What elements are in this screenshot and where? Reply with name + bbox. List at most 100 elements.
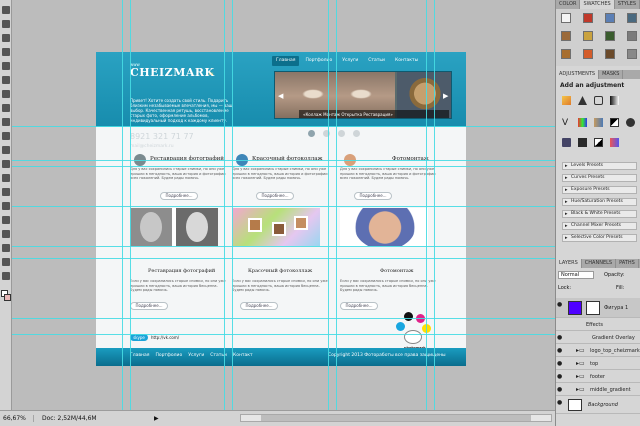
visibility-eye-icon[interactable]: ●: [557, 360, 562, 367]
visibility-eye-icon[interactable]: ●: [557, 386, 562, 393]
guide-line[interactable]: [130, 0, 131, 410]
preset-channel-mixer[interactable]: Channel Mixer Presets: [562, 222, 637, 230]
style-swatch[interactable]: [561, 31, 571, 41]
style-swatch[interactable]: [627, 13, 637, 23]
horizontal-scrollbar[interactable]: [240, 414, 552, 422]
style-swatch[interactable]: [605, 49, 615, 59]
style-swatch[interactable]: [561, 49, 571, 59]
brightness-icon[interactable]: [562, 96, 571, 105]
vibrance-icon[interactable]: V: [562, 118, 571, 128]
invert-icon[interactable]: [562, 138, 571, 147]
layer-gradient-overlay[interactable]: ● Gradient Overlay: [556, 331, 640, 344]
pen-tool-icon[interactable]: [2, 188, 10, 196]
style-swatch[interactable]: [561, 13, 571, 23]
guide-line[interactable]: [12, 318, 555, 319]
status-menu-arrow-icon[interactable]: ▶: [154, 415, 159, 422]
guide-line[interactable]: [224, 0, 225, 410]
preset-black-white[interactable]: Black & White Presets: [562, 210, 637, 218]
folder-icon: ▸▭: [576, 386, 585, 393]
visibility-eye-icon[interactable]: ●: [557, 301, 562, 308]
gradient-tool-icon[interactable]: [2, 160, 10, 168]
visibility-eye-icon[interactable]: ●: [557, 347, 562, 354]
threshold-icon[interactable]: [594, 138, 603, 147]
visibility-eye-icon[interactable]: ●: [557, 399, 562, 406]
style-swatch[interactable]: [627, 31, 637, 41]
eraser-tool-icon[interactable]: [2, 146, 10, 154]
curves-icon[interactable]: [594, 96, 603, 105]
levels-icon[interactable]: [578, 96, 587, 105]
type-tool-icon[interactable]: [2, 202, 10, 210]
gradient-map-icon[interactable]: [610, 138, 619, 147]
tab-masks[interactable]: MASKS: [599, 70, 624, 79]
guide-line[interactable]: [12, 334, 555, 335]
guide-line[interactable]: [434, 0, 435, 410]
black-white-icon[interactable]: [610, 118, 619, 127]
guide-line[interactable]: [336, 0, 337, 410]
layer-shape-1[interactable]: ● Фигура 1: [556, 298, 640, 318]
tab-adjustments[interactable]: ADJUSTMENTS: [556, 70, 600, 79]
preset-selective-color[interactable]: Selective Color Presets: [562, 234, 637, 242]
preset-hue-saturation[interactable]: Hue/Saturation Presets: [562, 198, 637, 206]
lasso-tool-icon[interactable]: [2, 34, 10, 42]
move-tool-icon[interactable]: [2, 6, 10, 14]
tab-styles[interactable]: STYLES: [615, 0, 640, 9]
posterize-icon[interactable]: [578, 138, 587, 147]
guide-line[interactable]: [12, 206, 555, 207]
layer-group-top[interactable]: ● ▸▭ top: [556, 357, 640, 370]
hand-tool-icon[interactable]: [2, 258, 10, 266]
eyedropper-tool-icon[interactable]: [2, 76, 10, 84]
crop-tool-icon[interactable]: [2, 62, 10, 70]
background-color-swatch[interactable]: [4, 294, 11, 301]
guide-line[interactable]: [232, 0, 233, 410]
guide-line[interactable]: [426, 0, 427, 410]
blend-mode-select[interactable]: Normal: [558, 271, 594, 279]
layer-group-footer[interactable]: ● ▸▭ footer: [556, 370, 640, 383]
history-brush-tool-icon[interactable]: [2, 132, 10, 140]
style-swatch[interactable]: [605, 31, 615, 41]
tab-layers[interactable]: LAYERS: [556, 259, 582, 268]
preset-levels[interactable]: Levels Presets: [562, 162, 637, 170]
visibility-eye-icon[interactable]: ●: [557, 334, 562, 341]
guide-line[interactable]: [12, 246, 555, 247]
tab-channels[interactable]: CHANNELS: [582, 259, 617, 268]
guide-line[interactable]: [12, 166, 555, 167]
layer-background[interactable]: ● Background: [556, 396, 640, 414]
style-swatch[interactable]: [583, 31, 593, 41]
quick-select-tool-icon[interactable]: [2, 48, 10, 56]
color-balance-icon[interactable]: [594, 118, 603, 127]
preset-curves[interactable]: Curves Presets: [562, 174, 637, 182]
3d-rotate-tool-icon[interactable]: [2, 244, 10, 252]
shape-tool-icon[interactable]: [2, 230, 10, 238]
brush-tool-icon[interactable]: [2, 104, 10, 112]
guide-line[interactable]: [12, 126, 555, 127]
zoom-tool-icon[interactable]: [2, 272, 10, 280]
tab-color[interactable]: COLOR: [556, 0, 581, 9]
photo-filter-icon[interactable]: [626, 118, 635, 127]
guide-line[interactable]: [122, 0, 123, 410]
scrollbar-thumb[interactable]: [261, 415, 531, 421]
style-swatch[interactable]: [627, 49, 637, 59]
zoom-level[interactable]: 66,67%: [0, 415, 34, 422]
marquee-tool-icon[interactable]: [2, 20, 10, 28]
layer-effects[interactable]: Effects: [556, 318, 640, 331]
style-swatch[interactable]: [583, 13, 593, 23]
tab-swatches[interactable]: SWATCHES: [580, 0, 615, 9]
guide-line[interactable]: [12, 258, 555, 259]
layer-group-logo[interactable]: ● ▸▭ logo_top_cheizmark: [556, 344, 640, 357]
clone-stamp-tool-icon[interactable]: [2, 118, 10, 126]
style-swatch[interactable]: [583, 49, 593, 59]
exposure-icon[interactable]: [610, 96, 619, 105]
visibility-eye-icon[interactable]: ●: [557, 373, 562, 380]
tab-paths[interactable]: PATHS: [616, 259, 639, 268]
hue-saturation-icon[interactable]: [578, 118, 587, 127]
guide-line[interactable]: [328, 0, 329, 410]
service-bottom-collage: Красочный фотоколлаж Если у вас сохранил…: [232, 268, 328, 293]
guide-line[interactable]: [12, 160, 555, 161]
style-swatch[interactable]: [605, 13, 615, 23]
path-select-tool-icon[interactable]: [2, 216, 10, 224]
dodge-tool-icon[interactable]: [2, 174, 10, 182]
healing-tool-icon[interactable]: [2, 90, 10, 98]
document-canvas[interactable]: www CHEIZMARK .ru Привет! Хотите создать…: [12, 0, 555, 410]
layer-group-middle-gradient[interactable]: ● ▸▭ middle_gradient: [556, 383, 640, 396]
preset-exposure[interactable]: Exposure Presets: [562, 186, 637, 194]
